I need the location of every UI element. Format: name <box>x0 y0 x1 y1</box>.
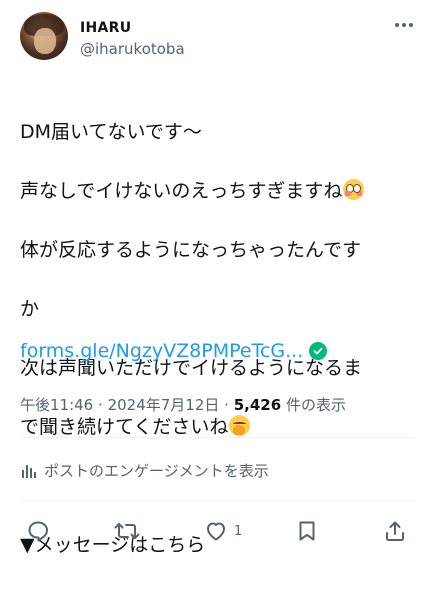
views-count: 5,426 <box>233 396 282 414</box>
bookmark-icon <box>299 521 315 541</box>
more-horizontal-icon[interactable] <box>394 22 414 28</box>
author-name[interactable]: IHARU <box>80 20 131 36</box>
verified-check-icon <box>309 342 328 360</box>
post-text: DM届いてないです～ 声なしでイけないのえっちすぎますね 体が反応するようになっ… <box>20 88 412 590</box>
author-handle[interactable]: @iharukotoba <box>80 40 185 58</box>
view-engagement-link[interactable]: ポストのエンゲージメントを表示 <box>20 460 269 481</box>
post-meta: 午後11:46 · 2024年7月12日 · 5,426 件の表示 <box>20 394 346 415</box>
bookmark-button[interactable] <box>296 519 318 543</box>
share-icon <box>386 521 404 541</box>
post-line: 体が反応するようになっちゃったんです <box>20 238 362 261</box>
post-line: DM届いてないです～ <box>20 120 202 143</box>
meta-separator: · <box>224 396 229 414</box>
meta-separator: · <box>98 396 103 414</box>
post-line: 声なしでイけないのえっちすぎますね <box>20 177 412 207</box>
repost-icon <box>114 523 140 539</box>
post-time[interactable]: 午後11:46 <box>20 396 93 414</box>
form-link-row: forms.gle/NgzyVZ8PMPeTcG... <box>20 340 328 362</box>
post-line: か <box>20 297 40 320</box>
share-button[interactable] <box>383 519 407 543</box>
avatar[interactable] <box>20 12 68 60</box>
like-count: 1 <box>234 523 243 539</box>
heart-icon <box>207 522 225 541</box>
divider <box>20 500 414 501</box>
analytics-bar-icon <box>22 464 36 478</box>
views-label: 件の表示 <box>285 396 346 414</box>
divider <box>20 437 414 438</box>
yawning-face-emoji-icon <box>229 414 251 436</box>
engagement-label: ポストのエンゲージメントを表示 <box>44 462 269 480</box>
like-button[interactable]: 1 <box>204 519 242 543</box>
flushed-face-emoji-icon <box>343 178 365 200</box>
reply-button[interactable] <box>26 519 50 543</box>
form-link[interactable]: forms.gle/NgzyVZ8PMPeTcG... <box>20 340 303 362</box>
repost-button[interactable] <box>114 519 140 543</box>
post-date[interactable]: 2024年7月12日 <box>108 396 220 414</box>
reply-icon <box>28 521 48 542</box>
